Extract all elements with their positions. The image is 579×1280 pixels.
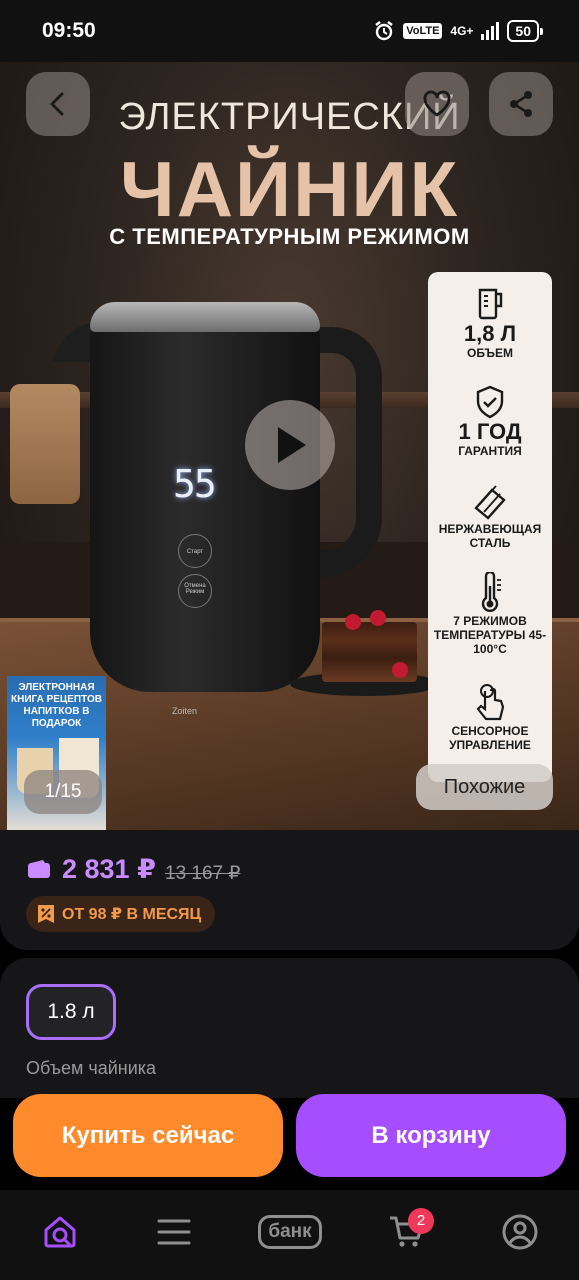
installment-text: ОТ 98 ₽ В МЕСЯЦ xyxy=(62,906,202,923)
current-price: 2 831 ₽ xyxy=(62,854,156,884)
chevron-left-icon xyxy=(50,92,64,116)
battery-icon: 50 xyxy=(507,20,543,42)
home-search-icon xyxy=(44,1216,76,1248)
feature-volume: 1,8 Л ОБЪЕМ xyxy=(428,286,552,360)
percent-tag-icon xyxy=(38,905,54,923)
play-video-button[interactable] xyxy=(245,400,335,490)
share-icon xyxy=(510,91,532,117)
thermometer-icon xyxy=(481,572,501,612)
nav-catalog[interactable] xyxy=(144,1202,204,1262)
alarm-icon xyxy=(375,21,393,41)
bank-label: банк xyxy=(258,1215,322,1249)
similar-button[interactable]: Похожие xyxy=(416,764,553,810)
steel-roll-icon xyxy=(474,485,506,520)
status-icons: VoLTE 4G+ 50 xyxy=(373,20,543,42)
gallery-counter: 1/15 xyxy=(24,770,102,814)
buy-now-button[interactable]: Купить сейчас xyxy=(13,1094,283,1177)
wallet-icon xyxy=(28,860,50,878)
raspberry xyxy=(370,610,386,626)
installment-badge[interactable]: ОТ 98 ₽ В МЕСЯЦ xyxy=(26,896,216,932)
volume-option-chip[interactable]: 1.8 л xyxy=(26,984,116,1040)
feature-small: СЕНСОРНОЕ УПРАВЛЕНИЕ xyxy=(449,724,531,752)
nav-home[interactable] xyxy=(30,1202,90,1262)
feature-big: 1,8 Л xyxy=(463,321,517,346)
feature-steel: НЕРЖАВЕЮЩАЯ СТАЛЬ xyxy=(428,482,552,550)
profile-icon xyxy=(502,1214,538,1250)
signal-icon xyxy=(481,22,500,40)
hero-title-line2: ЧАЙНИК xyxy=(119,145,460,233)
product-gallery[interactable]: ЭЛЕКТРИЧЕСКИЙ ЧАЙНИК С ТЕМПЕРАТУРНЫМ РЕЖ… xyxy=(0,62,579,830)
raspberry xyxy=(392,662,408,678)
back-button[interactable] xyxy=(26,72,90,136)
raspberry xyxy=(345,614,361,630)
nav-cart[interactable]: 2 xyxy=(376,1202,436,1262)
feature-big: 1 ГОД xyxy=(458,419,522,444)
network-type-label: 4G+ xyxy=(450,24,474,38)
status-time: 09:50 xyxy=(42,19,96,42)
status-bar: 09:50 VoLTE 4G+ 50 xyxy=(0,0,579,62)
nav-bank[interactable]: банк xyxy=(245,1202,335,1262)
heart-icon xyxy=(423,90,451,117)
feature-small: ОБЪЕМ xyxy=(467,346,513,360)
feature-temperature: 7 РЕЖИМОВ ТЕМПЕРАТУРЫ 45-100°С xyxy=(428,572,552,656)
promo-text: ЭЛЕКТРОННАЯ КНИГА РЕЦЕПТОВ НАПИТКОВ В ПО… xyxy=(11,682,102,729)
feature-warranty: 1 ГОД ГАРАНТИЯ xyxy=(428,384,552,458)
volte-icon: VoLTE xyxy=(403,23,443,39)
feature-small: НЕРЖАВЕЮЩАЯ СТАЛЬ xyxy=(438,522,542,550)
touch-hand-icon xyxy=(476,684,505,721)
cart-count-badge: 2 xyxy=(408,1208,434,1234)
share-button[interactable] xyxy=(489,72,553,136)
kettle-brand: Zoiten xyxy=(172,706,198,716)
option-card: 1.8 л Объем чайника xyxy=(0,958,579,1098)
favorite-button[interactable] xyxy=(405,72,469,136)
option-label: Объем чайника xyxy=(26,1058,157,1078)
feature-small: 7 РЕЖИМОВ ТЕМПЕРАТУРЫ 45-100°С xyxy=(433,614,547,656)
features-panel: 1,8 Л ОБЪЕМ 1 ГОД ГАРАНТИЯ НЕРЖАВЕЮЩАЯ С… xyxy=(428,272,552,782)
play-icon xyxy=(278,427,306,463)
kettle-mode-button: Режим xyxy=(178,574,212,608)
feature-touch: СЕНСОРНОЕ УПРАВЛЕНИЕ xyxy=(428,682,552,752)
bottom-nav: банк 2 xyxy=(0,1190,579,1280)
add-to-cart-button[interactable]: В корзину xyxy=(296,1094,566,1177)
hero-title-line3: С ТЕМПЕРАТУРНЫМ РЕЖИМОМ xyxy=(109,224,470,249)
kettle-start-button: Старт Отмена xyxy=(178,534,212,589)
price-card: 2 831 ₽ 13 167 ₽ ОТ 98 ₽ В МЕСЯЦ xyxy=(0,830,579,950)
feature-small: ГАРАНТИЯ xyxy=(458,444,522,458)
kettle-display: 55 xyxy=(173,462,217,506)
kettle-lid xyxy=(90,302,320,332)
menu-icon xyxy=(157,1219,191,1245)
old-price: 13 167 ₽ xyxy=(165,863,241,884)
nav-profile[interactable] xyxy=(490,1202,550,1262)
shield-check-icon xyxy=(476,385,504,419)
jug-icon xyxy=(478,288,503,320)
